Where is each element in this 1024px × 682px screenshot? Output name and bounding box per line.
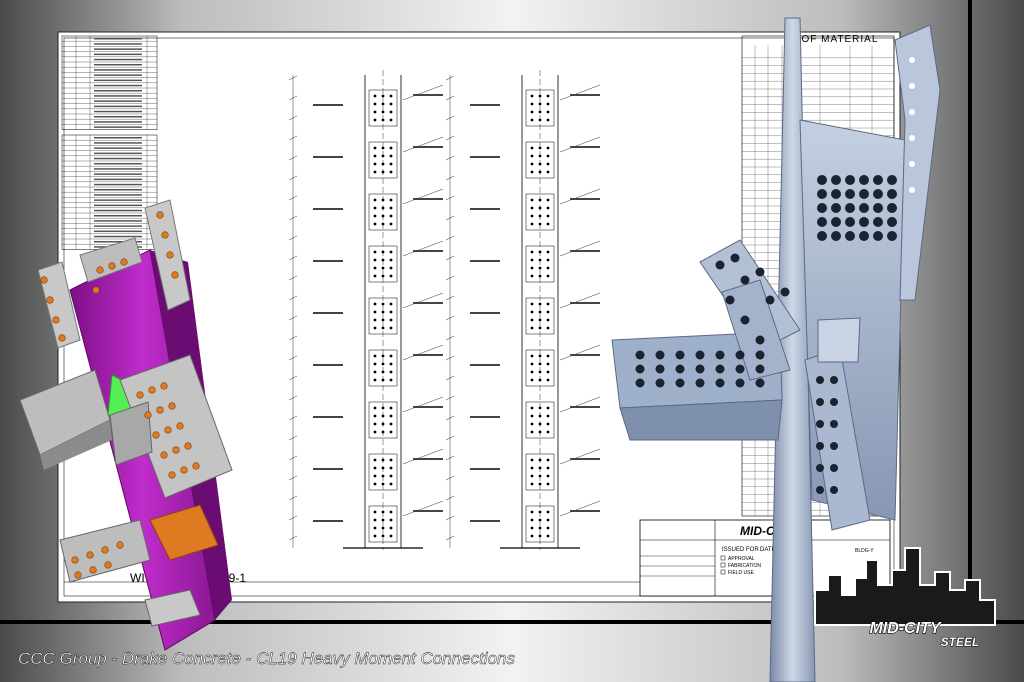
issue-option-fabrication: FABRICATION (728, 563, 761, 569)
logo-line-1: MID-CITY (869, 620, 941, 637)
issued-for-label: ISSUED FOR (722, 547, 759, 553)
title-block: MID-C ISSUED FOR DATE APPROVAL FABRICATI… (639, 519, 891, 597)
caption: CCC Group - Drake Concrete - CL19 Heavy … (18, 649, 515, 668)
title-block-name: MID-C (740, 524, 775, 538)
scene: B OF MATERIAL MID-C ISSUED FOR DATE APPR… (0, 0, 1024, 682)
issue-option-field-use: FIELD USE (728, 570, 755, 576)
bom-title: B OF MATERIAL (790, 34, 878, 45)
issue-option-approval: APPROVAL (728, 556, 755, 562)
logo-line-2: STEEL (941, 635, 980, 649)
sheet-label: BLDG-Y (855, 548, 874, 554)
